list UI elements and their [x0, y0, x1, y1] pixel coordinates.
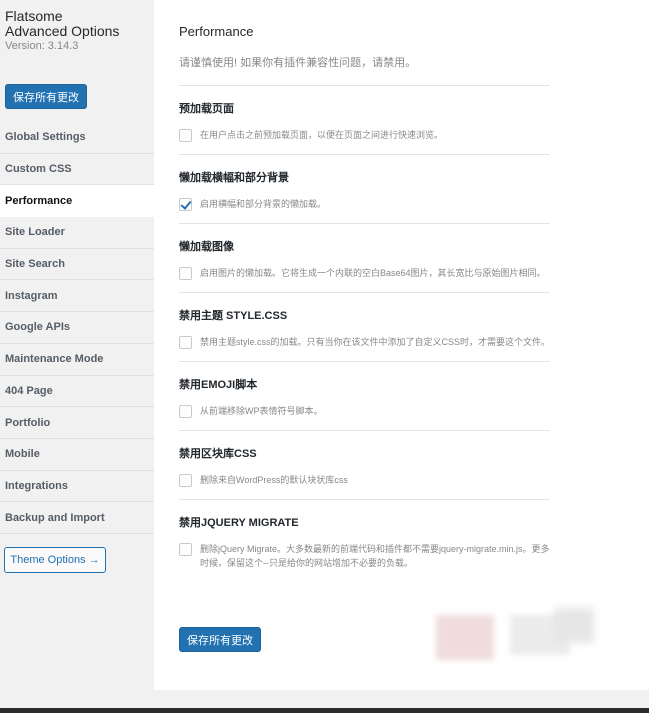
- option-row: 启用图片的懒加载。它将生成一个内联的空白Base64图片，其长宽比与原始图片相同…: [179, 266, 550, 280]
- disable-jquery-migrate-checkbox[interactable]: [179, 543, 192, 556]
- preload-pages-checkbox[interactable]: [179, 129, 192, 142]
- version-text: Version: 3.14.3: [5, 40, 79, 52]
- sidebar-item-integrations[interactable]: Integrations: [0, 471, 154, 503]
- option-section-preload-pages: 预加载页面 在用户点击之前预加载页面，以便在页面之间进行快速浏览。: [179, 85, 550, 154]
- blurred-watermark: [436, 615, 494, 660]
- section-title: 预加载页面: [179, 103, 234, 115]
- brand-name-line1: Flatsome: [5, 8, 63, 24]
- option-section-disable-style-css: 禁用主题 STYLE.CSS 禁用主题style.css的加载。只有当你在该文件…: [179, 292, 550, 361]
- section-title: 禁用JQUERY MIGRATE: [179, 517, 299, 529]
- option-section-lazy-load-banners: 懒加载横幅和部分背景 启用横幅和部分背景的懒加载。: [179, 154, 550, 223]
- sidebar-item-global-settings[interactable]: Global Settings: [0, 122, 154, 154]
- sidebar-item-site-search[interactable]: Site Search: [0, 249, 154, 281]
- lazy-load-images-checkbox[interactable]: [179, 267, 192, 280]
- option-section-disable-emoji: 禁用EMOJI脚本 从前端移除WP表情符号脚本。: [179, 361, 550, 430]
- sidebar-item-google-apis[interactable]: Google APIs: [0, 312, 154, 344]
- option-description: 启用图片的懒加载。它将生成一个内联的空白Base64图片，其长宽比与原始图片相同…: [200, 268, 546, 278]
- section-title: 懒加载图像: [179, 241, 234, 253]
- option-description: 删除jQuery Migrate。大多数最新的前端代码和插件都不需要jquery…: [200, 544, 550, 568]
- sidebar-nav: Global Settings Custom CSS Performance S…: [0, 122, 154, 534]
- option-row: 删除来自WordPress的默认块状库css: [179, 473, 550, 487]
- sidebar-item-mobile[interactable]: Mobile: [0, 439, 154, 471]
- blurred-watermark: [554, 608, 594, 643]
- option-section-disable-block-css: 禁用区块库CSS 删除来自WordPress的默认块状库css: [179, 430, 550, 499]
- disable-block-css-checkbox[interactable]: [179, 474, 192, 487]
- disable-emoji-checkbox[interactable]: [179, 405, 192, 418]
- sidebar-item-instagram[interactable]: Instagram: [0, 280, 154, 313]
- bottom-edge: [0, 708, 649, 713]
- brand: Flatsome Advanced Options Version: 3.14.…: [0, 0, 154, 53]
- sidebar-item-maintenance-mode[interactable]: Maintenance Mode: [0, 344, 154, 376]
- sidebar-item-backup-and-import[interactable]: Backup and Import: [0, 502, 154, 534]
- page-warning: 请谨慎使用! 如果你有插件兼容性问题，请禁用。: [179, 57, 417, 69]
- sidebar-item-site-loader[interactable]: Site Loader: [0, 217, 154, 249]
- brand-name-line2: Advanced Options: [5, 23, 120, 39]
- save-all-button-bottom[interactable]: 保存所有更改: [179, 627, 261, 652]
- sidebar-item-performance[interactable]: Performance: [0, 185, 154, 218]
- save-all-button-top[interactable]: 保存所有更改: [5, 84, 87, 109]
- disable-style-css-checkbox[interactable]: [179, 336, 192, 349]
- option-description: 删除来自WordPress的默认块状库css: [200, 475, 348, 485]
- option-row: 启用横幅和部分背景的懒加载。: [179, 197, 550, 211]
- theme-options-button[interactable]: Theme Options →: [4, 547, 106, 573]
- section-title: 懒加载横幅和部分背景: [179, 172, 289, 184]
- section-title: 禁用主题 STYLE.CSS: [179, 310, 288, 322]
- option-row: 禁用主题style.css的加载。只有当你在该文件中添加了自定义CSS时，才需要…: [179, 335, 550, 349]
- option-description: 启用横幅和部分背景的懒加载。: [200, 199, 327, 209]
- main-content: Performance 请谨慎使用! 如果你有插件兼容性问题，请禁用。 预加载页…: [154, 0, 649, 690]
- option-description: 从前端移除WP表情符号脚本。: [200, 406, 323, 416]
- sidebar-item-custom-css[interactable]: Custom CSS: [0, 154, 154, 186]
- lazy-load-banners-checkbox[interactable]: [179, 198, 192, 211]
- sidebar-item-portfolio[interactable]: Portfolio: [0, 407, 154, 439]
- option-row: 在用户点击之前预加载页面，以便在页面之间进行快速浏览。: [179, 128, 550, 142]
- option-row: 删除jQuery Migrate。大多数最新的前端代码和插件都不需要jquery…: [179, 542, 550, 570]
- sidebar: Flatsome Advanced Options Version: 3.14.…: [0, 0, 154, 690]
- page-title: Performance: [179, 24, 254, 39]
- sidebar-item-404-page[interactable]: 404 Page: [0, 376, 154, 408]
- options-list: 预加载页面 在用户点击之前预加载页面，以便在页面之间进行快速浏览。 懒加载横幅和…: [179, 85, 550, 582]
- option-description: 禁用主题style.css的加载。只有当你在该文件中添加了自定义CSS时，才需要…: [200, 337, 551, 347]
- option-section-disable-jquery-migrate: 禁用JQUERY MIGRATE 删除jQuery Migrate。大多数最新的…: [179, 499, 550, 582]
- option-row: 从前端移除WP表情符号脚本。: [179, 404, 550, 418]
- section-title: 禁用EMOJI脚本: [179, 379, 258, 391]
- option-description: 在用户点击之前预加载页面，以便在页面之间进行快速浏览。: [200, 130, 444, 140]
- section-title: 禁用区块库CSS: [179, 448, 257, 460]
- option-section-lazy-load-images: 懒加载图像 启用图片的懒加载。它将生成一个内联的空白Base64图片，其长宽比与…: [179, 223, 550, 292]
